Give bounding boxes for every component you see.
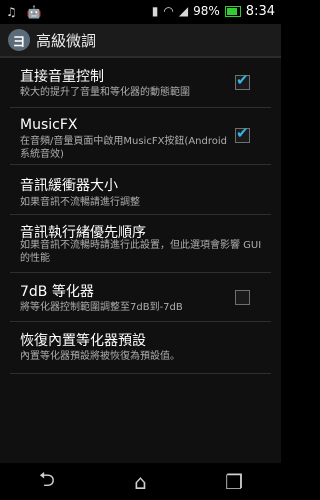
settings-list: 直接音量控制 較大的提升了音量和等化器的動態範圍 ✔ MusicFX 在音頻/音…	[0, 58, 281, 463]
status-bar: ♫ 🤖 ▮ ◠ ◢ 98% 8:34	[0, 0, 281, 24]
setting-summary: 如果音訊不流暢請進行調整	[20, 197, 140, 208]
setting-summary: 在音頻/音量頁面中啟用MusicFX按鈕(Android系統音效)	[20, 136, 227, 160]
setting-summary: 內置等化器預設將被恢復為預設值。	[20, 351, 180, 362]
music-notification-icon: ♫	[6, 5, 17, 19]
battery-percent: 98%	[193, 4, 220, 18]
navigation-bar: ⮌ ⌂ ❐	[0, 463, 281, 500]
setting-restore-presets[interactable]: 恢復內置等化器預設 內置等化器預設將被恢復為預設值。	[0, 322, 281, 372]
setting-summary: 將等化器控制範圍調整至7dB到-7dB	[20, 302, 183, 313]
setting-title: 7dB 等化器	[20, 284, 94, 300]
musicfx-checkbox[interactable]: ✔	[235, 124, 250, 143]
direct-volume-checkbox[interactable]: ✔	[235, 71, 250, 90]
app-icon[interactable]: ヨ	[8, 29, 30, 51]
setting-musicfx[interactable]: MusicFX 在音頻/音量頁面中啟用MusicFX按鈕(Android系統音效…	[0, 108, 281, 163]
setting-title: 直接音量控制	[20, 69, 104, 85]
7db-eq-checkbox[interactable]	[235, 290, 250, 305]
setting-summary: 如果音訊不流暢時請進行此設置，但此選項會影響 GUI 的性能	[20, 240, 262, 264]
home-icon[interactable]: ⌂	[120, 470, 160, 494]
android-notification-icon: 🤖	[26, 5, 42, 19]
action-bar: ヨ 高級微調	[0, 24, 281, 58]
setting-7db-eq[interactable]: 7dB 等化器 將等化器控制範圍調整至7dB到-7dB	[0, 273, 281, 320]
battery-icon	[224, 5, 241, 17]
setting-title: MusicFX	[20, 117, 78, 133]
checkmark-icon: ✔	[236, 71, 249, 89]
setting-title: 音訊緩衝器大小	[20, 178, 118, 194]
sim-icon: ▮	[151, 4, 159, 18]
setting-direct-volume[interactable]: 直接音量控制 較大的提升了音量和等化器的動態範圍 ✔	[0, 58, 281, 106]
clock: 8:34	[245, 3, 275, 19]
back-icon[interactable]: ⮌	[27, 465, 67, 499]
divider	[10, 373, 271, 374]
wifi-icon: ◠	[163, 4, 174, 18]
checkmark-icon: ✔	[236, 124, 249, 142]
setting-title: 恢復內置等化器預設	[20, 333, 146, 349]
setting-summary: 較大的提升了音量和等化器的動態範圍	[20, 87, 190, 98]
signal-icon: ◢	[178, 4, 189, 18]
page-title: 高級微調	[36, 31, 97, 50]
setting-audio-buffer[interactable]: 音訊緩衝器大小 如果音訊不流暢請進行調整	[0, 165, 281, 213]
recent-apps-icon[interactable]: ❐	[214, 470, 254, 494]
setting-thread-priority[interactable]: 音訊執行緒優先順序 如果音訊不流暢時請進行此設置，但此選項會影響 GUI 的性能	[0, 215, 281, 271]
